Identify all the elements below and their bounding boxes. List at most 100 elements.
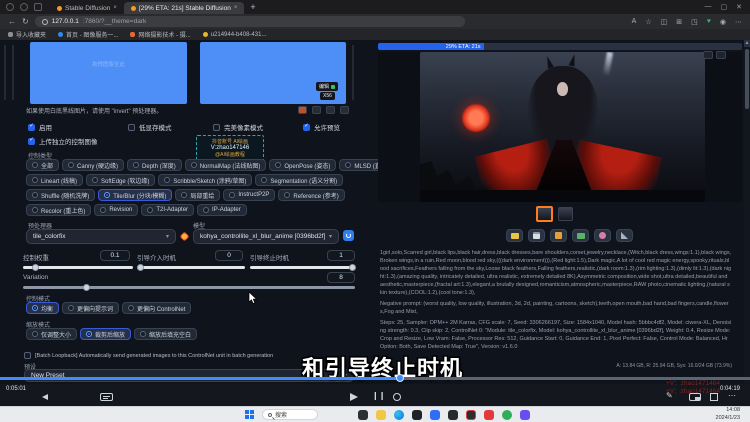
save-image-button[interactable] xyxy=(528,229,545,242)
site-info-icon[interactable] xyxy=(42,19,48,25)
refresh-icon[interactable]: ↻ xyxy=(22,17,29,26)
split-screen-icon[interactable]: ◫ xyxy=(661,18,668,26)
workspace-icon[interactable] xyxy=(20,3,28,11)
control-type-chip[interactable]: 全部 xyxy=(26,159,59,171)
zoom-out-button[interactable] xyxy=(716,51,726,59)
tab-stable-diffusion-active[interactable]: [29% ETA: 21s] Stable Diffusion × xyxy=(124,2,244,14)
tab-stable-diffusion[interactable]: Stable Diffusion × xyxy=(50,2,124,14)
taskbar-search[interactable]: 搜索 xyxy=(262,409,318,420)
taskbar-app-wps[interactable] xyxy=(484,410,494,420)
browser-profile-icon[interactable] xyxy=(6,3,14,11)
taskbar-app-folder[interactable] xyxy=(376,410,386,420)
generated-image[interactable] xyxy=(420,52,705,202)
danmaku-icon[interactable] xyxy=(100,393,113,401)
control-type-chip-selected[interactable]: Tile/Blur (分块/模糊) xyxy=(98,189,172,201)
read-aloud-icon[interactable]: A xyxy=(632,18,637,26)
gallery-thumbnail[interactable] xyxy=(558,207,573,221)
mini-window-icon[interactable] xyxy=(689,393,701,401)
control-type-chip[interactable]: IP-Adapter xyxy=(197,204,247,216)
edit-note-icon[interactable]: ✎ xyxy=(666,391,673,400)
control-type-chip[interactable]: SoftEdge (软边缘) xyxy=(86,174,155,186)
volume-icon[interactable] xyxy=(42,394,48,400)
favorite-star-icon[interactable]: ☆ xyxy=(645,18,651,26)
extensions-icon[interactable]: ◳ xyxy=(691,18,698,26)
taskbar-app-edge[interactable] xyxy=(394,410,404,420)
guidance-start-input[interactable]: 0 xyxy=(215,250,243,261)
taskbar-app-sphere[interactable] xyxy=(466,410,476,420)
taskbar-app-dark2[interactable] xyxy=(448,410,458,420)
resize-mode-chip[interactable]: 缩放后填充空白 xyxy=(134,328,197,340)
slider-thumb[interactable] xyxy=(137,264,144,271)
control-type-chip[interactable]: Canny (硬边缘) xyxy=(62,159,124,171)
control-type-chip[interactable]: OpenPose (姿态) xyxy=(269,159,336,171)
pixel-perfect-checkbox[interactable]: 完美像素模式 xyxy=(213,122,263,132)
megaphone-icon[interactable] xyxy=(350,393,358,401)
preprocessor-dropdown[interactable]: tile_colorfix ▾ xyxy=(26,229,176,244)
new-canvas-icon[interactable] xyxy=(298,106,307,114)
allow-preview-checkbox[interactable]: ✓ 允许预览 xyxy=(303,122,340,132)
new-tab-button[interactable]: + xyxy=(250,2,255,12)
guidance-end-slider[interactable] xyxy=(250,266,355,269)
control-type-chip[interactable]: InstructP2P xyxy=(223,189,275,201)
fullscreen-icon[interactable] xyxy=(710,393,718,401)
control-mode-chip[interactable]: 更偏向提示词 xyxy=(62,302,119,314)
control-type-chip[interactable]: Recolor (重上色) xyxy=(26,204,91,216)
mute-bell-icon[interactable] xyxy=(393,393,401,401)
more-options-icon[interactable]: ⋯ xyxy=(728,391,736,400)
variation-slider[interactable] xyxy=(23,286,355,289)
collections-icon[interactable]: ⊞ xyxy=(676,18,682,26)
bookmark-item[interactable]: u214944-b408-431... xyxy=(203,32,267,38)
open-folder-button[interactable] xyxy=(506,229,523,242)
variation-input[interactable]: 8 xyxy=(327,272,355,283)
send-to-inpaint-button[interactable] xyxy=(594,229,611,242)
back-icon[interactable]: ← xyxy=(8,17,16,26)
slider-thumb[interactable] xyxy=(83,284,90,291)
send-to-img2img-button[interactable] xyxy=(572,229,589,242)
weight-slider[interactable] xyxy=(23,266,133,269)
controlnet-image-canvas[interactable]: 拖拽图像至此 xyxy=(30,42,187,104)
settings-menu-icon[interactable]: ⋯ xyxy=(735,18,742,26)
taskbar-app-dark1[interactable] xyxy=(412,410,422,420)
control-type-chip[interactable]: T2I-Adapter xyxy=(141,204,194,216)
taskbar-app-green[interactable] xyxy=(502,410,512,420)
bookmark-item[interactable]: 网络摄影技术 - 摄... xyxy=(130,30,190,39)
lowvram-checkbox[interactable]: 低显存模式 xyxy=(128,122,172,132)
weight-input[interactable]: 0.1 xyxy=(100,250,130,261)
guidance-start-slider[interactable] xyxy=(137,266,245,269)
tab-close-icon[interactable]: × xyxy=(113,5,117,11)
start-button[interactable] xyxy=(245,410,254,419)
profile-avatar-icon[interactable]: ◉ xyxy=(720,18,726,26)
control-mode-chip[interactable]: 更偏向 ControlNet xyxy=(122,302,191,314)
send-to-extras-button[interactable] xyxy=(616,229,633,242)
slider-thumb[interactable] xyxy=(349,264,356,271)
control-mode-chip-selected[interactable]: 均衡 xyxy=(26,302,59,314)
guidance-end-input[interactable]: 1 xyxy=(327,250,355,261)
taskbar-clock[interactable]: 14:08 2024/1/23 xyxy=(716,407,740,421)
gallery-thumbnail-selected[interactable] xyxy=(536,206,553,222)
resize-mode-chip[interactable]: 仅调整大小 xyxy=(26,328,77,340)
control-type-chip[interactable]: NormalMap (法线贴图) xyxy=(185,159,267,171)
scroll-up-arrow[interactable]: ▲ xyxy=(744,40,750,47)
bookmark-item[interactable]: 首页 - 图像服务一... xyxy=(58,30,118,39)
bookmark-import[interactable]: 导入收藏夹 xyxy=(8,30,46,39)
browser-essentials-icon[interactable]: ♥ xyxy=(707,18,711,26)
resize-mode-chip-selected[interactable]: 裁剪后缩放 xyxy=(80,328,131,340)
zoom-in-button[interactable] xyxy=(703,51,713,59)
control-type-chip[interactable]: Segmentation (语义分割) xyxy=(255,174,343,186)
tab-search-icon[interactable] xyxy=(34,3,42,11)
edit-badge[interactable]: 编辑 xyxy=(316,82,338,91)
expand-icon[interactable] xyxy=(340,106,349,114)
run-preprocessor-icon[interactable] xyxy=(180,232,190,242)
webcam-icon[interactable] xyxy=(312,106,321,114)
taskbar-app-premiere[interactable] xyxy=(520,410,530,420)
control-type-chip[interactable]: 局部重绘 xyxy=(175,189,220,201)
scrollbar[interactable]: ▲ xyxy=(744,40,750,405)
tab-close-icon[interactable]: × xyxy=(234,5,238,11)
taskbar-app-blue[interactable] xyxy=(430,410,440,420)
url-bar[interactable]: 127.0.0.1 :7860/?__theme=dark xyxy=(35,16,465,27)
model-dropdown[interactable]: kohya_controllite_xl_blur_anime [0396bd2… xyxy=(193,229,339,244)
scrollbar-thumb[interactable] xyxy=(745,49,749,109)
control-type-chip[interactable]: Shuffle (随机洗牌) xyxy=(26,189,95,201)
taskbar-app-explorer[interactable] xyxy=(358,410,368,420)
control-type-chip[interactable]: Revision xyxy=(94,204,138,216)
